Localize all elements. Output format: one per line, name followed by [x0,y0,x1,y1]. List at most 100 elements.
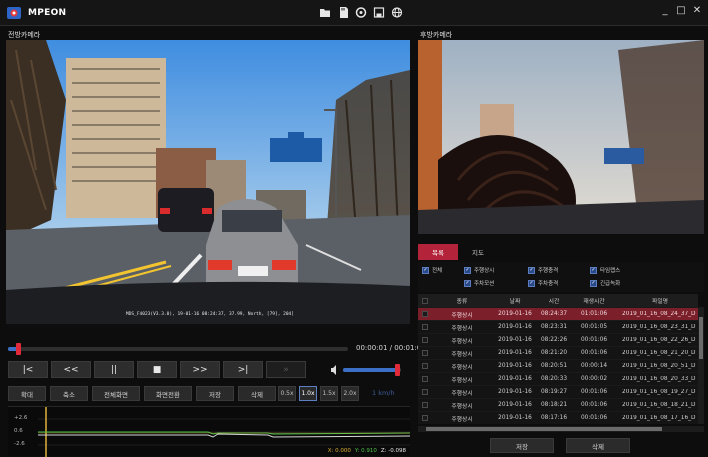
playback-speed-group: 0.5x 1.0x 1.5x 2.0x [278,386,359,401]
fullscreen-button[interactable]: 전체화면 [92,386,140,401]
g-axis-label-top: +2.6 [14,415,28,421]
rear-camera-view[interactable] [418,40,704,234]
save-icon[interactable] [372,5,386,20]
rear-camera-image [418,40,704,234]
zoom-out-button[interactable]: 축소 [50,386,88,401]
speed-2-0x-button[interactable]: 2.0x [341,386,359,401]
column-duration[interactable]: 재생시간 [570,296,618,305]
table-row[interactable]: 주행상시 2019-01-16 08:24:37 01:01:06 2019_01_16… [418,307,698,320]
cell-date: 2019-01-16 [498,402,532,408]
table-row[interactable]: 주행상시 2019-01-16 08:21:20 00:01:06 2019_01_16… [418,346,698,359]
scroll-thumb[interactable] [699,317,703,359]
table-header: 종류 날짜 시간 재생시간 파일명 [418,294,698,307]
table-row[interactable]: 주행상시 2019-01-16 08:20:33 00:00:02 2019_01_16… [418,372,698,385]
row-checkbox[interactable] [422,363,428,369]
seek-bar[interactable] [8,343,348,355]
volume-handle[interactable] [395,364,401,376]
frame-advance-button[interactable]: » [266,361,306,378]
cell-date: 2019-01-16 [498,324,532,330]
save-button[interactable]: 저장 [196,386,234,401]
table-row[interactable]: 주행상시 2019-01-16 08:22:26 00:01:06 2019_01_16… [418,333,698,346]
cell-date: 2019-01-16 [498,389,532,395]
filter-timelapse[interactable]: ✓ 타임랩스 [590,266,620,274]
filter-driving-impact[interactable]: ✓ 주행충격 [528,266,558,274]
cell-filename: 2019_01_16_08_23_31_D [622,324,696,330]
fast-forward-button[interactable]: >> [180,361,220,378]
table-vertical-scrollbar[interactable] [698,307,704,424]
skip-previous-button[interactable]: |< [8,361,48,378]
filter-emergency[interactable]: ✓ 긴급녹화 [590,279,620,287]
row-checkbox[interactable] [422,311,428,317]
row-checkbox[interactable] [422,376,428,382]
column-filename[interactable]: 파일명 [618,296,698,305]
table-row[interactable]: 주행상시 2019-01-16 08:18:21 00:01:06 2019_01_16… [418,398,698,411]
row-checkbox[interactable] [422,415,428,421]
cell-duration: 00:01:05 [580,324,608,330]
panel-delete-button[interactable]: 삭제 [566,438,630,453]
column-type[interactable]: 종류 [432,296,492,305]
rewind-button[interactable]: << [51,361,91,378]
close-button[interactable]: ✕ [692,5,702,17]
globe-icon[interactable] [390,5,404,20]
speed-1-5x-button[interactable]: 1.5x [320,386,338,401]
skip-next-button[interactable]: >| [223,361,263,378]
select-all-checkbox[interactable] [422,297,428,304]
settings-icon[interactable] [354,5,368,20]
row-checkbox[interactable] [422,324,428,330]
cell-time: 08:24:37 [540,311,568,317]
g-sensor-graph: +2.6 0.6 -2.6 X: 0.000 Y: 0.910 Z: -0.09… [8,406,410,457]
tab-list[interactable]: 목록 [418,244,458,260]
table-horizontal-scrollbar[interactable] [418,426,704,432]
cell-date: 2019-01-16 [498,415,532,421]
volume-level [343,368,399,372]
row-checkbox[interactable] [422,402,428,408]
g-y-readout: Y: 0.910 [354,448,377,454]
row-checkbox[interactable] [422,350,428,356]
speed-1-0x-button[interactable]: 1.0x [299,386,317,401]
table-row[interactable]: 주행상시 2019-01-16 08:19:27 00:01:06 2019_01_16… [418,385,698,398]
column-date[interactable]: 날짜 [492,296,538,305]
scroll-thumb[interactable] [426,427,662,431]
cell-time: 08:20:33 [540,376,568,382]
filter-parking-motion[interactable]: ✓ 주차모션 [464,279,494,287]
speed-0-5x-button[interactable]: 0.5x [278,386,296,401]
front-camera-view[interactable]: MDS_F4023(V3.3.0), 19-01-16 08:24:37, 37… [6,40,410,324]
checkbox-icon: ✓ [422,266,429,274]
volume-slider[interactable] [343,364,401,376]
cell-date: 2019-01-16 [498,376,532,382]
volume-icon[interactable] [330,364,340,376]
app-logo-icon [7,7,21,19]
filter-driving-normal[interactable]: ✓ 주행상시 [464,266,494,274]
video-overlay-text: MDS_F4023(V3.3.0), 19-01-16 08:24:37, 37… [126,312,294,317]
stop-button[interactable]: ■ [137,361,177,378]
seek-handle[interactable] [16,343,22,355]
cell-duration: 00:01:06 [580,337,608,343]
cell-type: 주행상시 [451,390,473,397]
table-row[interactable]: 주행상시 2019-01-16 08:17:16 00:01:06 2019_01_16… [418,411,698,424]
row-checkbox[interactable] [422,337,428,343]
g-x-readout: X: 0.000 [327,448,351,454]
cell-type: 주행상시 [451,351,473,358]
title-bar: MPEON _ □ ✕ [0,0,708,26]
cell-date: 2019-01-16 [498,311,532,317]
panel-save-button[interactable]: 저장 [490,438,554,453]
cell-duration: 00:00:14 [580,363,608,369]
g-axis-label-mid: 0.6 [14,428,23,434]
delete-button[interactable]: 삭제 [238,386,276,401]
cell-type: 주행상시 [451,364,473,371]
row-checkbox[interactable] [422,389,428,395]
minimize-button[interactable]: _ [660,5,670,17]
filter-all[interactable]: ✓ 전체 [422,266,442,274]
tab-map[interactable]: 지도 [458,244,498,260]
table-row[interactable]: 주행상시 2019-01-16 08:23:31 00:01:05 2019_01_16… [418,320,698,333]
table-row[interactable]: 주행상시 2019-01-16 08:20:51 00:00:14 2019_01_16… [418,359,698,372]
pause-button[interactable]: || [94,361,134,378]
folder-icon[interactable] [318,5,332,20]
sd-card-icon[interactable] [336,5,350,20]
zoom-in-button[interactable]: 확대 [8,386,46,401]
filter-parking-impact[interactable]: ✓ 주차충격 [528,279,558,287]
front-camera-label: 전방카메라 [8,31,41,39]
maximize-button[interactable]: □ [676,5,686,17]
switch-view-button[interactable]: 화면전환 [144,386,192,401]
column-time[interactable]: 시간 [538,296,570,305]
